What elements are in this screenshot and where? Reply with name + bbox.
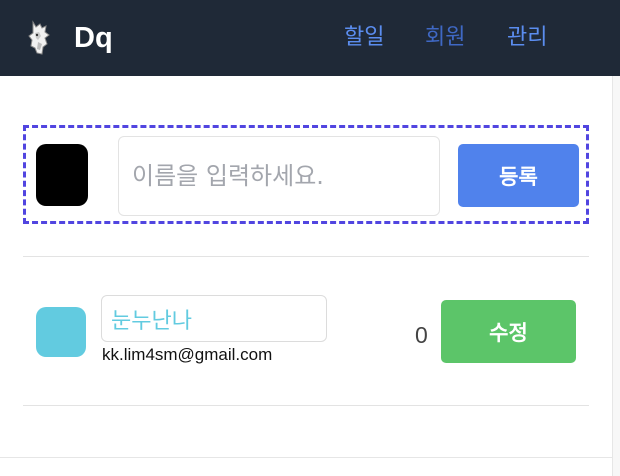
brand-title[interactable]: Dq xyxy=(74,19,113,57)
top-navbar: Dq 할일 회원 관리 xyxy=(0,0,620,76)
color-picker-swatch[interactable] xyxy=(36,144,88,206)
member-list-item: kk.lim4sm@gmail.com 0 수정 xyxy=(23,285,589,375)
member-register-form: 등록 xyxy=(23,125,589,224)
fox-logo-icon[interactable] xyxy=(25,20,53,56)
page-bottom-edge xyxy=(0,457,612,476)
nav-link-members[interactable]: 회원 xyxy=(425,22,465,54)
divider-bottom xyxy=(23,405,589,406)
page-right-edge xyxy=(612,76,620,476)
divider-top xyxy=(23,256,589,257)
member-color-swatch[interactable] xyxy=(36,307,86,357)
member-email: kk.lim4sm@gmail.com xyxy=(102,345,273,364)
nav-link-admin[interactable]: 관리 xyxy=(507,22,547,54)
member-name-input[interactable] xyxy=(101,295,327,342)
name-input[interactable] xyxy=(118,136,440,216)
nav-link-todo[interactable]: 할일 xyxy=(344,22,384,54)
member-count: 0 xyxy=(415,322,428,348)
register-button[interactable]: 등록 xyxy=(458,144,579,207)
edit-button[interactable]: 수정 xyxy=(441,300,576,363)
